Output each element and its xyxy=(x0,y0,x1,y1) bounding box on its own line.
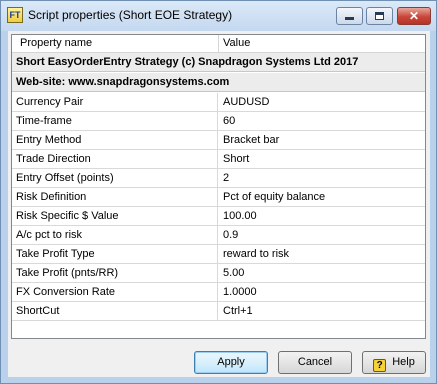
property-row-take-profit-pnts[interactable]: Take Profit (pnts/RR) 5.00 xyxy=(12,264,425,283)
property-value[interactable]: Ctrl+1 xyxy=(219,302,425,320)
property-row-ac-pct-to-risk[interactable]: A/c pct to risk 0.9 xyxy=(12,226,425,245)
apply-button-label: Apply xyxy=(217,356,245,368)
property-value[interactable]: Pct of equity balance xyxy=(219,188,425,206)
minimize-icon xyxy=(345,17,354,20)
property-name: Entry Offset (points) xyxy=(12,169,218,187)
property-name: Time-frame xyxy=(12,112,218,130)
property-row-entry-offset[interactable]: Entry Offset (points) 2 xyxy=(12,169,425,188)
property-name: Currency Pair xyxy=(12,93,218,111)
grid-banner-copyright: Short EasyOrderEntry Strategy (c) Snapdr… xyxy=(12,53,425,72)
property-value[interactable]: 2 xyxy=(219,169,425,187)
window-title: Script properties (Short EOE Strategy) xyxy=(28,8,233,22)
property-name: Entry Method xyxy=(12,131,218,149)
title-bar[interactable]: FT Script properties (Short EOE Strategy… xyxy=(1,1,436,31)
close-button[interactable]: ✕ xyxy=(397,7,431,25)
dialog-client-area: Property name Value Short EasyOrderEntry… xyxy=(8,31,430,377)
property-value[interactable]: 1.0000 xyxy=(219,283,425,301)
property-value[interactable]: 0.9 xyxy=(219,226,425,244)
help-button-label: Help xyxy=(392,356,415,368)
header-value[interactable]: Value xyxy=(223,37,250,49)
property-name: Take Profit (pnts/RR) xyxy=(12,264,218,282)
property-value[interactable]: AUDUSD xyxy=(219,93,425,111)
app-icon: FT xyxy=(7,7,23,23)
dialog-window: FT Script properties (Short EOE Strategy… xyxy=(0,0,437,384)
property-value[interactable]: 60 xyxy=(219,112,425,130)
property-name: Trade Direction xyxy=(12,150,218,168)
grid-banner-website: Web-site: www.snapdragonsystems.com xyxy=(12,73,425,92)
property-row-trade-direction[interactable]: Trade Direction Short xyxy=(12,150,425,169)
header-property-name[interactable]: Property name xyxy=(20,37,92,49)
property-row-entry-method[interactable]: Entry Method Bracket bar xyxy=(12,131,425,150)
property-value[interactable]: Bracket bar xyxy=(219,131,425,149)
property-row-currency-pair[interactable]: Currency Pair AUDUSD xyxy=(12,93,425,112)
minimize-button[interactable] xyxy=(336,7,363,25)
property-name: Risk Definition xyxy=(12,188,218,206)
property-grid[interactable]: Property name Value Short EasyOrderEntry… xyxy=(11,34,426,339)
cancel-button[interactable]: Cancel xyxy=(278,351,352,374)
help-icon: ? xyxy=(373,359,387,372)
property-name: A/c pct to risk xyxy=(12,226,218,244)
property-value[interactable]: 100.00 xyxy=(219,207,425,225)
property-name: Risk Specific $ Value xyxy=(12,207,218,225)
property-value[interactable]: 5.00 xyxy=(219,264,425,282)
property-row-risk-specific-value[interactable]: Risk Specific $ Value 100.00 xyxy=(12,207,425,226)
property-row-time-frame[interactable]: Time-frame 60 xyxy=(12,112,425,131)
property-row-risk-definition[interactable]: Risk Definition Pct of equity balance xyxy=(12,188,425,207)
property-name: Take Profit Type xyxy=(12,245,218,263)
cancel-button-label: Cancel xyxy=(297,356,333,368)
maximize-button[interactable] xyxy=(366,7,393,25)
property-row-shortcut[interactable]: ShortCut Ctrl+1 xyxy=(12,302,425,321)
property-value[interactable]: reward to risk xyxy=(219,245,425,263)
property-row-take-profit-type[interactable]: Take Profit Type reward to risk xyxy=(12,245,425,264)
maximize-icon xyxy=(375,12,384,20)
property-name: ShortCut xyxy=(12,302,218,320)
property-row-fx-conversion-rate[interactable]: FX Conversion Rate 1.0000 xyxy=(12,283,425,302)
close-icon: ✕ xyxy=(408,9,420,23)
apply-button[interactable]: Apply xyxy=(194,351,268,374)
header-divider[interactable] xyxy=(218,35,219,52)
property-value[interactable]: Short xyxy=(219,150,425,168)
grid-header: Property name Value xyxy=(12,35,425,53)
help-button[interactable]: ? Help xyxy=(362,351,426,374)
property-name: FX Conversion Rate xyxy=(12,283,218,301)
